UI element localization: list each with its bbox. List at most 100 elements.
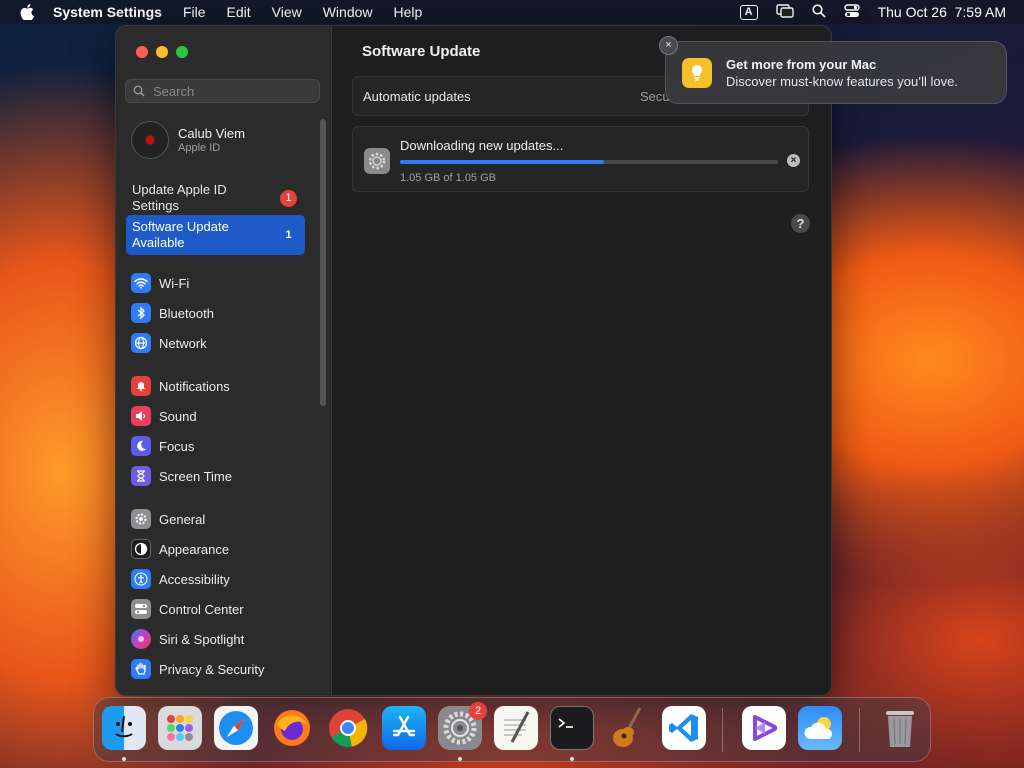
dock-textedit[interactable]	[494, 706, 538, 750]
menu-edit[interactable]: Edit	[227, 4, 251, 20]
dock-app-store[interactable]	[382, 706, 426, 750]
search-input[interactable]	[151, 82, 315, 100]
dock-chrome[interactable]	[326, 706, 370, 750]
sidebar-item-label: Siri & Spotlight	[159, 631, 245, 647]
chrome-icon	[329, 709, 368, 748]
control-center-icon[interactable]	[843, 3, 860, 21]
notification-close-button[interactable]: ×	[659, 36, 678, 55]
dock-finder[interactable]	[102, 706, 146, 750]
finder-icon	[115, 715, 133, 738]
notice-badge: 1	[285, 229, 292, 241]
lightbulb-icon	[682, 58, 712, 88]
dock-firefox[interactable]	[270, 706, 314, 750]
app-store-icon	[392, 715, 416, 737]
user-name: Calub Viem	[178, 126, 245, 141]
search-field[interactable]	[125, 79, 320, 103]
notification-body: Discover must-know features you’ll love.	[726, 74, 958, 89]
guitar-icon	[613, 707, 642, 747]
dock-weather[interactable]	[798, 706, 842, 750]
close-window-button[interactable]	[136, 46, 148, 58]
window-controls	[136, 46, 188, 58]
avatar	[131, 121, 169, 159]
input-source-icon[interactable]: A	[739, 4, 758, 20]
menu-app-name[interactable]: System Settings	[53, 4, 162, 20]
apple-id-account[interactable]: Calub Viem Apple ID	[131, 121, 245, 159]
update-apple-id-settings-item[interactable]: Update Apple ID Settings 1	[126, 178, 305, 218]
main-pane: Software Update Automatic updates Secu D…	[332, 26, 831, 695]
sidebar-item-general[interactable]: General	[131, 507, 205, 531]
sidebar-item-label: Screen Time	[159, 468, 232, 484]
menu-bar: System Settings File Edit View Window He…	[0, 0, 1024, 24]
sidebar-item-screen-time[interactable]: Screen Time	[131, 464, 232, 488]
download-size: 1.05 GB of 1.05 GB	[400, 172, 497, 184]
sidebar-item-label: General	[159, 511, 206, 527]
running-indicator	[570, 757, 574, 761]
sidebar-item-label: Bluetooth	[159, 305, 214, 321]
control-center-icon	[131, 599, 151, 619]
menu-clock[interactable]: Thu Oct 26 7:59 AM	[878, 4, 1006, 20]
notification-banner[interactable]: Get more from your Mac Discover must-kno…	[665, 41, 1007, 104]
sidebar-item-label: Appearance	[159, 541, 230, 557]
software-update-gear-icon	[364, 148, 390, 174]
safari-compass-icon	[219, 711, 253, 745]
help-button[interactable]: ?	[791, 214, 810, 233]
screen-mirroring-icon[interactable]	[775, 3, 794, 21]
sidebar-item-label: Wi-Fi	[159, 275, 190, 291]
download-heading: Downloading new updates...	[400, 138, 564, 153]
sidebar-item-wifi[interactable]: Wi-Fi	[131, 271, 189, 295]
hourglass-icon	[131, 466, 151, 486]
textedit-pen-icon	[504, 711, 530, 743]
system-settings-badge: 2	[469, 702, 487, 720]
sidebar-item-control-center[interactable]: Control Center	[131, 597, 244, 621]
sidebar-item-label: Control Center	[159, 601, 244, 617]
sidebar-item-label: Network	[159, 335, 207, 351]
dock-safari[interactable]	[214, 706, 258, 750]
menu-help[interactable]: Help	[394, 4, 423, 20]
sidebar: Calub Viem Apple ID Update Apple ID Sett…	[116, 26, 332, 695]
dock-garageband[interactable]	[606, 706, 650, 750]
dock-vscode[interactable]	[662, 706, 706, 750]
wifi-icon	[131, 273, 151, 293]
bluetooth-icon	[131, 303, 151, 323]
menu-file[interactable]: File	[183, 4, 206, 20]
sidebar-item-sound[interactable]: Sound	[131, 404, 197, 428]
visual-studio-icon	[753, 715, 777, 741]
notice-label: Software Update Available	[132, 219, 229, 250]
spotlight-search-icon[interactable]	[811, 3, 826, 21]
sidebar-item-siri-spotlight[interactable]: Siri & Spotlight	[131, 627, 244, 651]
gear-icon	[131, 509, 151, 529]
minimize-window-button[interactable]	[156, 46, 168, 58]
sidebar-item-appearance[interactable]: Appearance	[131, 537, 229, 561]
appearance-icon	[131, 539, 151, 559]
accessibility-icon	[131, 569, 151, 589]
speaker-icon	[131, 406, 151, 426]
notification-title: Get more from your Mac	[726, 57, 877, 72]
sidebar-item-network[interactable]: Network	[131, 331, 207, 355]
dock-launchpad[interactable]	[158, 706, 202, 750]
sidebar-item-accessibility[interactable]: Accessibility	[131, 567, 230, 591]
software-update-available-item[interactable]: Software Update Available 1	[126, 215, 305, 255]
apple-menu-icon[interactable]	[20, 4, 36, 20]
zoom-window-button[interactable]	[176, 46, 188, 58]
search-icon	[133, 85, 145, 97]
firefox-icon	[274, 710, 310, 746]
siri-icon	[131, 629, 151, 649]
sidebar-scrollbar[interactable]	[320, 119, 326, 406]
weather-cloud-icon	[804, 717, 833, 739]
menu-view[interactable]: View	[272, 4, 302, 20]
sidebar-item-bluetooth[interactable]: Bluetooth	[131, 301, 214, 325]
launchpad-icon	[167, 715, 193, 741]
menu-window[interactable]: Window	[323, 4, 373, 20]
dock-visual-studio[interactable]	[742, 706, 786, 750]
sidebar-item-notifications[interactable]: Notifications	[131, 374, 230, 398]
dock-trash[interactable]	[878, 706, 922, 750]
sidebar-item-label: Accessibility	[159, 571, 230, 587]
sidebar-item-focus[interactable]: Focus	[131, 434, 194, 458]
sidebar-item-privacy-security[interactable]: Privacy & Security	[131, 657, 264, 681]
cancel-download-button[interactable]: ×	[787, 154, 800, 167]
user-subtitle: Apple ID	[178, 142, 221, 154]
vscode-icon	[669, 714, 698, 742]
dock-separator	[722, 708, 723, 752]
dock-terminal[interactable]	[550, 706, 594, 750]
notice-label: Update Apple ID Settings	[132, 182, 227, 213]
